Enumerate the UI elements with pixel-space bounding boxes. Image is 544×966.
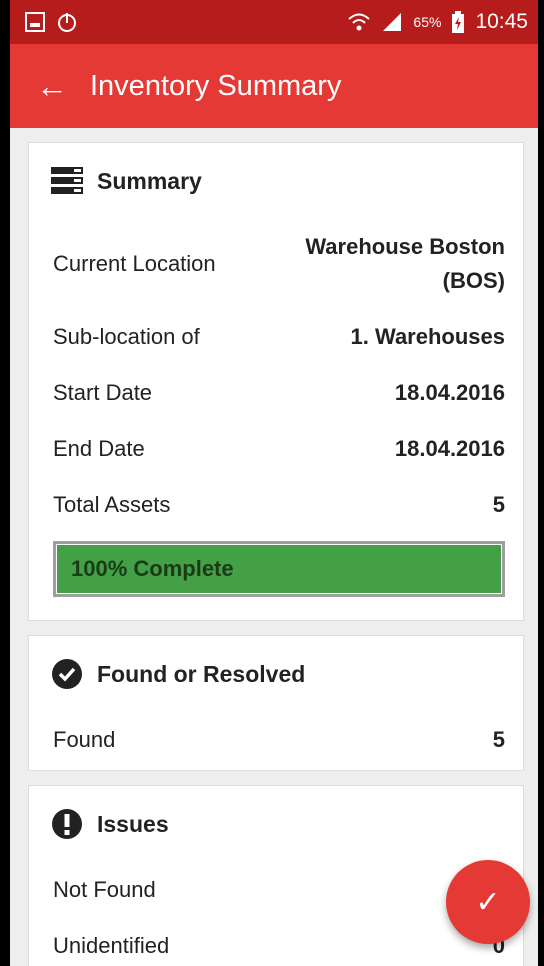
status-right: 65% 10:45 xyxy=(347,10,528,34)
row-label: Found xyxy=(53,727,116,752)
row-label: Total Assets xyxy=(53,492,171,517)
issues-title: Issues xyxy=(97,810,169,837)
progress-label: 100% Complete xyxy=(71,556,234,581)
gallery-notification-icon xyxy=(25,12,45,32)
row-label: End Date xyxy=(53,436,145,461)
found-row: Found 5 xyxy=(29,712,523,768)
progress-bar: 100% Complete xyxy=(53,541,505,597)
row-label: Unidentified xyxy=(53,933,170,958)
power-notification-icon xyxy=(58,13,76,32)
summary-row-sublocation: Sub-location of 1. Warehouses xyxy=(29,309,523,365)
wifi-icon xyxy=(348,13,371,31)
check-circle-icon xyxy=(49,658,85,690)
complete-fab-button[interactable]: ✓ xyxy=(446,860,530,944)
list-summary-icon xyxy=(49,165,85,197)
summary-title: Summary xyxy=(97,167,202,194)
found-card: Found or Resolved Found 5 xyxy=(28,635,524,771)
summary-header: Summary xyxy=(29,143,523,219)
row-label: Sub-location of xyxy=(53,324,200,349)
row-value: 18.04.2016 xyxy=(394,436,505,461)
row-value: 1. Warehouses xyxy=(350,324,505,349)
row-label: Not Found xyxy=(53,877,156,902)
row-value: 18.04.2016 xyxy=(394,380,505,405)
progress-fill: 100% Complete xyxy=(56,544,502,594)
row-value: 5 xyxy=(492,492,505,517)
app-screen: 65% 10:45 ← Inventory Summary Summary Cu… xyxy=(10,0,538,966)
row-value: 5 xyxy=(492,727,505,752)
signal-icon xyxy=(383,13,402,31)
battery-icon xyxy=(452,11,465,33)
summary-row-end-date: End Date 18.04.2016 xyxy=(29,421,523,477)
status-left xyxy=(24,11,78,33)
back-arrow-icon[interactable]: ← xyxy=(36,70,90,102)
row-label: Start Date xyxy=(53,380,153,405)
summary-card: Summary Current Location Warehouse Bosto… xyxy=(28,142,524,621)
issues-row-unidentified: Unidentified 0 xyxy=(29,918,523,966)
clock: 10:45 xyxy=(475,10,528,33)
summary-row-location: Current Location Warehouse Boston (BOS) xyxy=(29,219,523,309)
summary-row-total-assets: Total Assets 5 xyxy=(29,477,523,533)
app-bar: ← Inventory Summary xyxy=(10,44,538,128)
issues-card: Issues Not Found Unidentified 0 xyxy=(28,785,524,966)
found-title: Found or Resolved xyxy=(97,660,306,687)
issues-header: Issues xyxy=(29,786,523,862)
row-value: Warehouse Boston (BOS) xyxy=(305,234,505,293)
page-title: Inventory Summary xyxy=(90,69,342,102)
battery-percent: 65% xyxy=(413,14,442,30)
summary-row-start-date: Start Date 18.04.2016 xyxy=(29,365,523,421)
status-bar: 65% 10:45 xyxy=(10,0,538,44)
row-label: Current Location xyxy=(53,251,216,276)
check-icon: ✓ xyxy=(475,885,501,919)
exclamation-circle-icon xyxy=(49,808,85,840)
found-header: Found or Resolved xyxy=(29,636,523,712)
